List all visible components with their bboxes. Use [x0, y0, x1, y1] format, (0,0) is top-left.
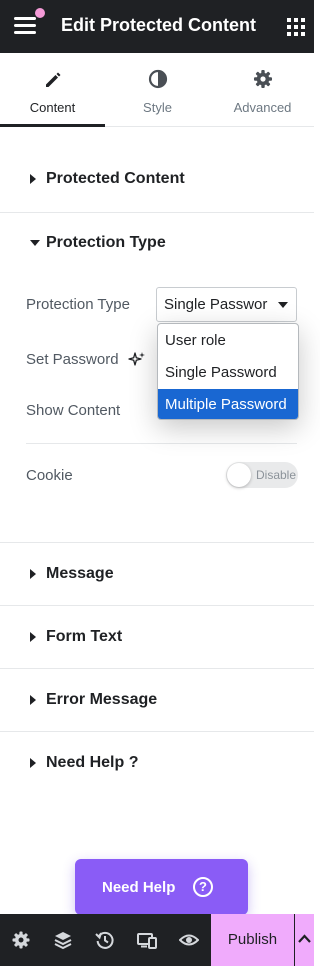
notification-dot — [35, 8, 45, 18]
section-title: Need Help ? — [46, 754, 139, 771]
select-value: Single Passwor — [164, 296, 268, 313]
section-message[interactable]: Message — [0, 543, 314, 606]
tab-content[interactable]: Content — [0, 53, 105, 127]
tab-label: Advanced — [233, 100, 292, 115]
section-error-message[interactable]: Error Message — [0, 669, 314, 732]
caret-right-icon — [30, 569, 36, 579]
caret-right-icon — [30, 758, 36, 768]
editor-footer: Publish — [0, 914, 314, 966]
publish-options-button[interactable] — [295, 914, 314, 966]
hamburger-menu-icon[interactable] — [14, 8, 45, 37]
toggle-knob — [227, 463, 251, 487]
history-icon[interactable] — [95, 930, 115, 950]
tab-style[interactable]: Style — [105, 53, 210, 127]
chevron-down-icon — [278, 302, 288, 308]
layers-icon[interactable] — [53, 930, 73, 950]
gear-icon — [253, 70, 272, 88]
tab-label: Style — [143, 100, 172, 115]
section-protected-content[interactable]: Protected Content — [0, 149, 314, 213]
settings-gear-icon[interactable] — [11, 930, 31, 950]
option-single-password[interactable]: Single Password — [158, 357, 298, 389]
cookie-toggle[interactable]: Disable — [226, 462, 298, 488]
responsive-devices-icon[interactable] — [137, 930, 157, 950]
caret-right-icon — [30, 632, 36, 642]
question-circle-icon: ? — [193, 877, 213, 897]
ai-sparkle-icon[interactable] — [128, 351, 146, 369]
control-divider — [26, 443, 297, 444]
tab-label: Content — [29, 100, 76, 115]
panel-title: Edit Protected Content — [61, 15, 257, 35]
need-help-button[interactable]: Need Help ? — [75, 859, 248, 915]
section-title: Error Message — [46, 691, 158, 708]
need-help-label: Need Help — [102, 879, 176, 896]
preview-eye-icon[interactable] — [179, 930, 199, 950]
set-password-label: Set Password — [26, 351, 119, 368]
section-title: Form Text — [46, 628, 123, 645]
cookie-label: Cookie — [26, 467, 73, 484]
show-content-label: Show Content — [26, 402, 121, 419]
pencil-icon — [45, 72, 60, 87]
publish-button[interactable]: Publish — [211, 914, 294, 966]
section-title: Message — [46, 565, 114, 582]
section-title: Protected Content — [46, 170, 185, 187]
option-user-role[interactable]: User role — [158, 325, 298, 357]
panel-tabs: Content Style Advanced — [0, 53, 314, 127]
chevron-up-icon — [298, 934, 311, 943]
caret-right-icon — [30, 695, 36, 705]
option-multiple-password[interactable]: Multiple Password — [158, 389, 298, 419]
caret-right-icon — [30, 174, 36, 184]
half-circle-icon — [148, 69, 167, 89]
protection-type-dropdown: User role Single Password Multiple Passw… — [157, 323, 299, 420]
caret-down-icon[interactable] — [30, 240, 40, 246]
widgets-grid-icon[interactable] — [287, 18, 305, 36]
protection-type-label: Protection Type — [26, 296, 130, 313]
section-title[interactable]: Protection Type — [46, 234, 166, 252]
section-need-help[interactable]: Need Help ? — [0, 732, 314, 795]
toggle-text: Disable — [256, 468, 297, 482]
editor-header: Edit Protected Content — [0, 0, 314, 53]
protection-type-select[interactable]: Single Passwor — [156, 287, 297, 322]
section-form-text[interactable]: Form Text — [0, 606, 314, 669]
tab-advanced[interactable]: Advanced — [210, 53, 315, 127]
